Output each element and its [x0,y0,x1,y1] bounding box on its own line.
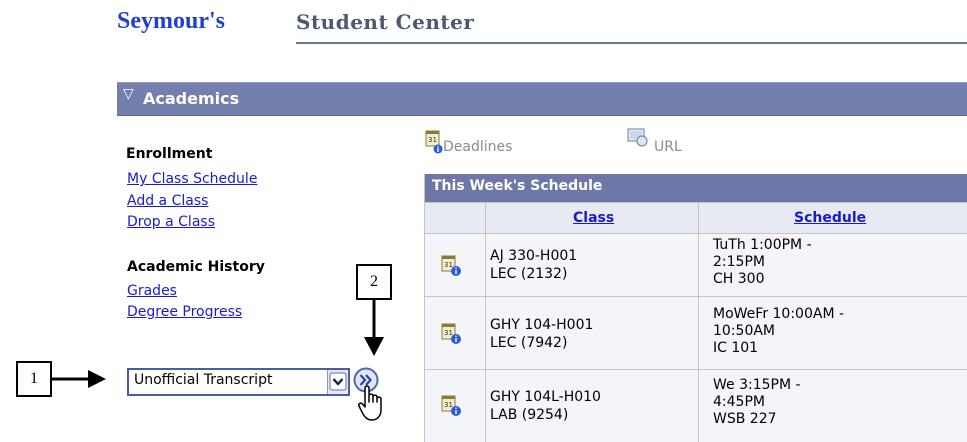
academics-section-bar[interactable] [117,82,967,116]
section-title: Academics [143,89,240,108]
hand-cursor-icon [357,384,391,424]
enrollment-heading: Enrollment [126,146,213,162]
collapse-triangle-icon[interactable]: ▽ [123,86,134,102]
column-header-class[interactable]: Class [573,210,614,226]
heading-divider [296,42,967,44]
grid-line [698,203,699,442]
svg-text:31: 31 [444,261,453,269]
table-row [425,370,967,442]
my-class-schedule-link[interactable]: My Class Schedule [127,171,257,187]
class-section: LEC (7942) [490,335,568,351]
page-title: Student Center [296,10,475,34]
class-section: LEC (2132) [490,266,568,282]
class-code: AJ 330-H001 [490,248,578,264]
class-detail-icon[interactable]: 31 [441,395,461,417]
schedule-days-time: MoWeFr 10:00AM - [713,306,845,322]
schedule-column-header [425,203,967,233]
schedule-days-time: We 3:15PM - [713,377,801,393]
svg-text:31: 31 [444,401,453,409]
schedule-room: WSB 227 [713,411,777,427]
academic-history-heading: Academic History [127,259,265,275]
schedule-end-time: 4:45PM [713,394,765,410]
class-section: LAB (9254) [490,407,569,423]
class-detail-icon[interactable]: 31 [441,323,461,345]
grid-line [425,233,967,234]
table-row [425,234,967,296]
callout-box-1: 1 [16,361,52,397]
url-link[interactable]: URL [654,139,682,155]
brand-name: Seymour's [117,8,225,34]
column-header-schedule[interactable]: Schedule [794,210,866,226]
class-code: GHY 104-H001 [490,317,594,333]
svg-text:31: 31 [444,329,453,337]
class-detail-icon[interactable]: 31 [441,255,461,277]
add-a-class-link[interactable]: Add a Class [127,193,208,209]
schedule-room: CH 300 [713,271,765,287]
drop-a-class-link[interactable]: Drop a Class [127,214,215,230]
schedule-room: IC 101 [713,340,759,356]
class-code: GHY 104L-H010 [490,389,601,405]
schedule-days-time: TuTh 1:00PM - [713,237,812,253]
schedule-end-time: 10:50AM [713,323,776,339]
callout-box-2: 2 [356,264,392,300]
callout-arrow-down-icon [359,300,389,356]
degree-progress-link[interactable]: Degree Progress [127,304,242,320]
grid-line [485,203,486,442]
grid-line [425,296,967,297]
schedule-end-time: 2:15PM [713,254,765,270]
grid-line [425,202,967,203]
info-icon [433,139,443,154]
callout-arrow-right-icon [52,364,106,394]
url-icon [627,127,649,147]
chevron-down-icon[interactable] [327,370,348,394]
grid-line [425,369,967,370]
grades-link[interactable]: Grades [127,283,177,299]
deadlines-link[interactable]: Deadlines [443,139,512,155]
other-academic-select-value: Unofficial Transcript [134,372,273,388]
schedule-title: This Week's Schedule [432,178,603,194]
